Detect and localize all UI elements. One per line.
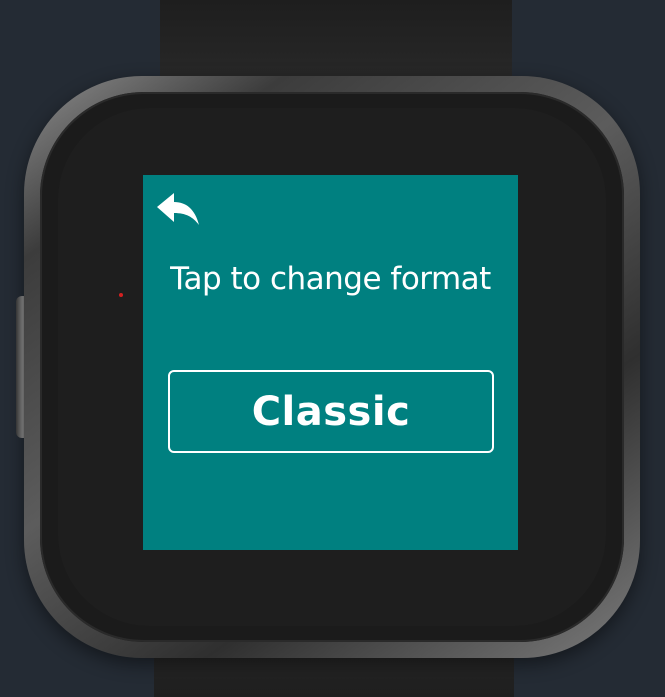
- back-button[interactable]: [155, 191, 205, 233]
- light-sensor-indicator: [119, 293, 123, 297]
- reply-arrow-icon: [157, 193, 199, 225]
- format-toggle-button[interactable]: Classic: [168, 370, 494, 453]
- format-button-label: Classic: [251, 388, 411, 435]
- watch-screen: Tap to change format Classic: [143, 175, 518, 550]
- format-prompt: Tap to change format: [170, 261, 491, 297]
